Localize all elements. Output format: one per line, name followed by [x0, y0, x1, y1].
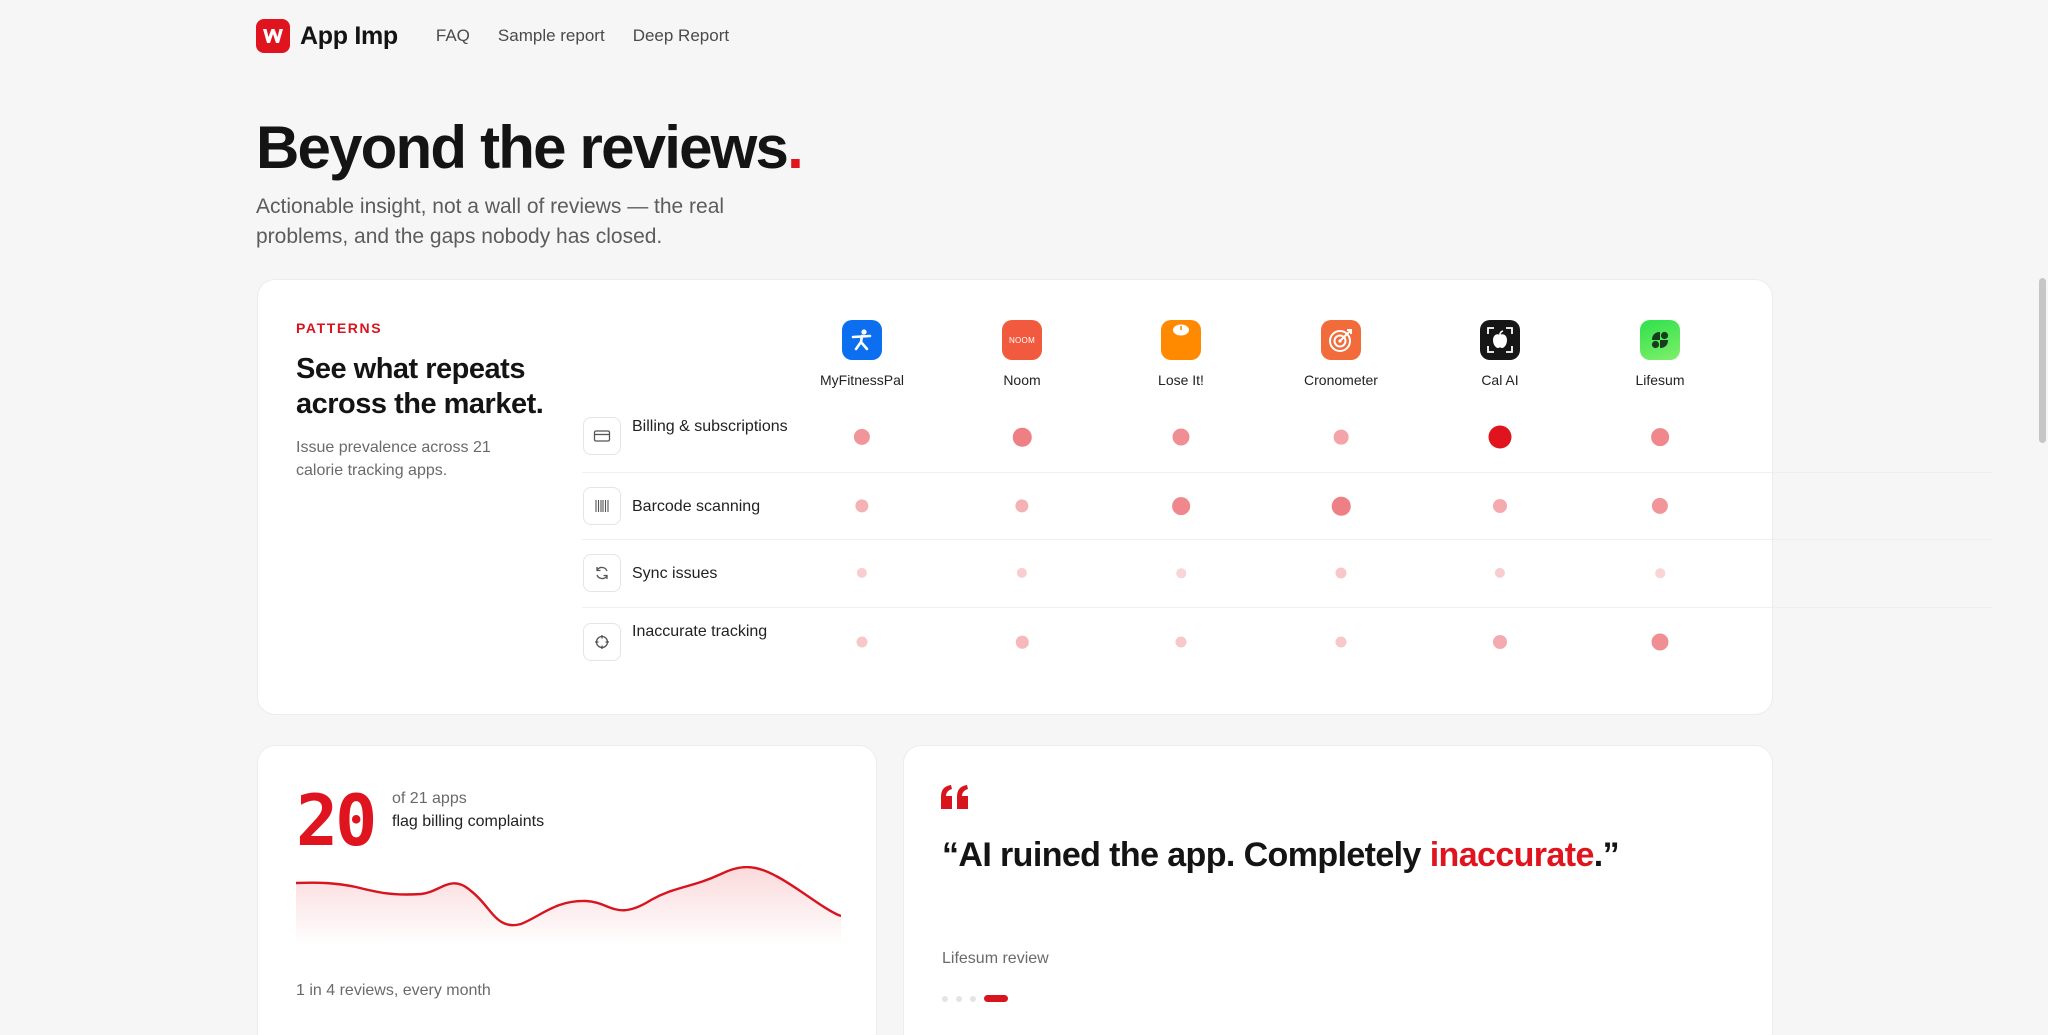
app-name: Lose It!: [1158, 372, 1204, 388]
pager-dot[interactable]: [942, 995, 948, 1002]
stat-number: 20: [296, 780, 377, 862]
app-imp-logo-icon[interactable]: [256, 19, 290, 53]
runner-icon: [842, 320, 882, 360]
prevalence-dot-barcode[interactable]: [855, 499, 869, 513]
prevalence-dot-sync[interactable]: [1655, 568, 1665, 578]
patterns-title: See what repeats across the market.: [296, 353, 544, 420]
apple-icon: [1480, 320, 1520, 360]
app-column-cal-ai: Cal AI: [1425, 320, 1575, 388]
page-title-dot: .: [787, 114, 804, 181]
review-quote: “AI ruined the app. Completely inaccurat…: [942, 836, 1620, 875]
quote-source: Lifesum review: [942, 950, 1049, 967]
top-nav: App Imp FAQ Sample report Deep Report: [256, 18, 757, 54]
prevalence-dot-billing[interactable]: [1651, 428, 1669, 446]
prevalence-dot-billing[interactable]: [1172, 428, 1190, 446]
scrollbar-thumb[interactable]: [2039, 278, 2046, 443]
scale-icon: [1161, 320, 1201, 360]
prevalence-dot-sync[interactable]: [1176, 568, 1186, 578]
nav-link-faq[interactable]: FAQ: [436, 26, 470, 46]
stat-card: 20 of 21 apps flag billing complaints 1 …: [257, 745, 877, 1035]
prevalence-dot-billing[interactable]: [1333, 429, 1349, 445]
page-title-text: Beyond the reviews: [256, 114, 789, 181]
app-column-myfitnesspal: MyFitnessPal: [787, 320, 937, 388]
barcode-icon: [583, 487, 621, 525]
target-icon: [1321, 320, 1361, 360]
patterns-card: PATTERNS See what repeats across the mar…: [257, 279, 1992, 715]
stat-of-label: of 21 apps: [392, 790, 467, 807]
patterns-eyebrow: PATTERNS: [296, 320, 383, 336]
page-title: Beyond the reviews.: [256, 112, 804, 184]
prevalence-dot-inaccurate[interactable]: [1335, 636, 1347, 648]
issue-label-billing: Billing & subscriptions: [632, 418, 788, 435]
quote-text-start: “AI ruined the app. Completely: [942, 836, 1430, 874]
issue-label-inaccurate: Inaccurate tracking: [632, 623, 768, 640]
prevalence-dot-billing[interactable]: [1488, 425, 1512, 449]
app-name: Cronometer: [1304, 372, 1378, 388]
prevalence-dot-billing[interactable]: [1012, 427, 1032, 447]
issue-label-sync: Sync issues: [632, 565, 718, 582]
prevalence-dot-barcode[interactable]: [1015, 499, 1029, 513]
app-column-lose-it: Lose It!: [1106, 320, 1256, 388]
brand-name[interactable]: App Imp: [300, 22, 398, 51]
row-divider: [582, 607, 1992, 608]
crosshair-icon: [583, 623, 621, 661]
nav-link-deep-report[interactable]: Deep Report: [633, 26, 729, 46]
quote-text-end: .”: [1593, 836, 1620, 874]
prevalence-dot-barcode[interactable]: [1331, 496, 1351, 516]
prevalence-dot-inaccurate[interactable]: [1651, 633, 1669, 651]
prevalence-dot-inaccurate[interactable]: [1493, 635, 1507, 649]
app-name: Cal AI: [1481, 372, 1519, 388]
quote-mark-icon: [941, 785, 968, 809]
app-column-cronometer: Cronometer: [1266, 320, 1416, 388]
card-icon: [583, 417, 621, 455]
nav-link-sample-report[interactable]: Sample report: [498, 26, 605, 46]
sync-icon: [583, 554, 621, 592]
noom-wordmark-text: NOOM: [1008, 335, 1036, 345]
prevalence-dot-sync[interactable]: [856, 567, 868, 579]
stat-flag-label: flag billing complaints: [392, 813, 545, 830]
prevalence-dot-barcode[interactable]: [1493, 499, 1507, 513]
noom-wordmark: NOOM: [1002, 320, 1042, 360]
prevalence-dot-inaccurate[interactable]: [1175, 636, 1187, 648]
patterns-description: Issue prevalence across 21 calorie track…: [296, 439, 491, 479]
prevalence-dot-inaccurate[interactable]: [1015, 635, 1029, 649]
row-divider: [582, 539, 1992, 540]
row-divider: [582, 472, 1992, 473]
prevalence-dot-barcode[interactable]: [1651, 497, 1669, 515]
quote-card: “AI ruined the app. Completely inaccurat…: [903, 745, 1773, 1035]
prevalence-dot-inaccurate[interactable]: [856, 636, 868, 648]
quote-highlight: inaccurate: [1429, 836, 1595, 874]
page-scrollbar[interactable]: [2036, 0, 2048, 1035]
app-name: Noom: [1003, 372, 1041, 388]
app-column-noom: NOOM Noom: [947, 320, 1097, 388]
page-subtitle: Actionable insight, not a wall of review…: [256, 195, 725, 248]
prevalence-dot-billing[interactable]: [853, 428, 871, 446]
app-name: MyFitnessPal: [819, 372, 905, 388]
prevalence-dot-sync[interactable]: [1335, 567, 1347, 579]
stat-footnote: 1 in 4 reviews, every month: [296, 982, 491, 999]
quote-pager: [942, 995, 1008, 1002]
pager-dot-active[interactable]: [984, 995, 1008, 1002]
pager-dot[interactable]: [956, 995, 962, 1002]
prevalence-dot-barcode[interactable]: [1172, 497, 1190, 515]
billing-trend-sparkline: [296, 866, 841, 946]
issue-label-barcode: Barcode scanning: [632, 498, 761, 515]
leaf-icon: [1640, 320, 1680, 360]
prevalence-dot-sync[interactable]: [1494, 567, 1506, 579]
pager-dot[interactable]: [970, 995, 976, 1002]
sparkline-area: [296, 867, 841, 946]
app-column-lifesum: Lifesum: [1585, 320, 1735, 388]
app-name: Lifesum: [1635, 372, 1685, 388]
prevalence-dot-sync[interactable]: [1016, 567, 1028, 579]
